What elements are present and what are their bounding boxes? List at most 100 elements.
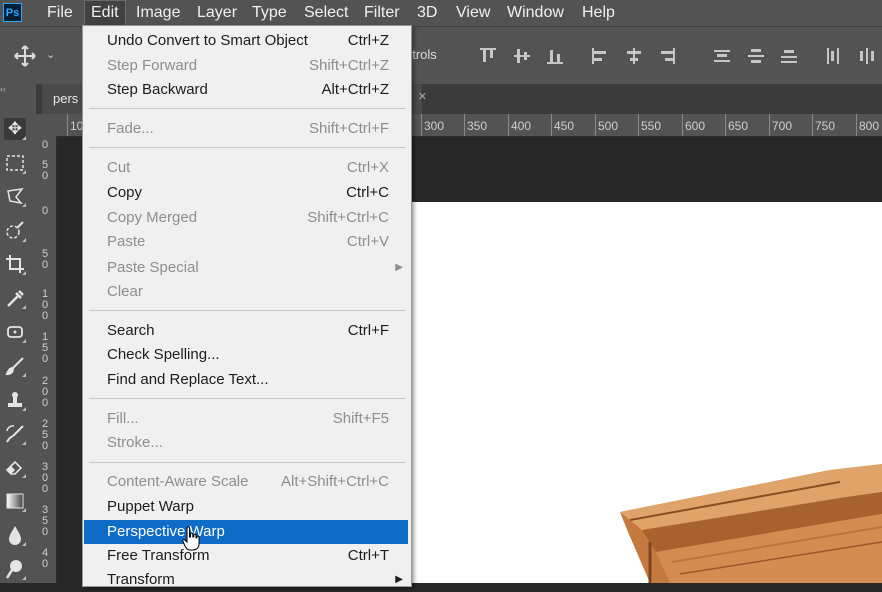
ruler-tick [769, 114, 770, 136]
menu-help[interactable]: Help [576, 0, 621, 26]
menu-type[interactable]: Type [246, 0, 293, 26]
align-bottom-icon[interactable] [546, 47, 564, 65]
ruler-label: 400 [511, 119, 532, 133]
menu-edit[interactable]: Edit [84, 0, 126, 26]
menu-item-puppet-warp[interactable]: Puppet Warp [83, 495, 411, 519]
clone-stamp-tool-icon[interactable] [4, 389, 26, 411]
menu-item-cut[interactable]: Cut Ctrl+X [83, 156, 411, 180]
menu-window[interactable]: Window [501, 0, 570, 26]
menu-item-fade[interactable]: Fade... Shift+Ctrl+F [83, 117, 411, 141]
wooden-crate-image [620, 464, 882, 583]
menu-item-transform[interactable]: Transform ▶ [83, 568, 411, 592]
ruler-tick [638, 114, 639, 136]
tool-preset-chevron-icon[interactable]: ⌄ [46, 48, 55, 61]
menu-item-label: Clear [107, 283, 143, 300]
menu-item-label: Fade... [107, 120, 154, 137]
ruler-tick [856, 114, 857, 136]
menu-item-undo[interactable]: Undo Convert to Smart Object Ctrl+Z [83, 29, 411, 53]
menu-item-content-aware-scale[interactable]: Content-Aware Scale Alt+Shift+Ctrl+C [83, 470, 411, 494]
menu-item-paste[interactable]: Paste Ctrl+V [83, 230, 411, 254]
distribute-horizontal-center-icon[interactable] [858, 47, 876, 65]
menu-layer[interactable]: Layer [191, 0, 243, 26]
menu-item-step-backward[interactable]: Step Backward Alt+Ctrl+Z [83, 78, 411, 102]
menu-item-copy[interactable]: Copy Ctrl+C [83, 181, 411, 205]
menu-item-shortcut: Alt+Shift+Ctrl+C [281, 473, 389, 490]
distribute-left-icon[interactable] [824, 47, 842, 65]
menu-item-fill[interactable]: Fill... Shift+F5 [83, 407, 411, 431]
dodge-tool-icon[interactable] [4, 558, 26, 580]
menu-item-shortcut: Alt+Ctrl+Z [321, 81, 389, 98]
eraser-tool-icon[interactable] [4, 456, 26, 478]
distribute-vertical-center-icon[interactable] [747, 47, 765, 65]
menu-3d[interactable]: 3D [411, 0, 443, 26]
menu-item-label: Step Backward [107, 81, 208, 98]
menu-file[interactable]: File [41, 0, 79, 26]
menu-view[interactable]: View [450, 0, 496, 26]
align-top-icon[interactable] [479, 47, 497, 65]
menu-item-search[interactable]: Search Ctrl+F [83, 319, 411, 343]
ruler-label: 2 5 0 [41, 418, 49, 452]
ruler-tick [812, 114, 813, 136]
document-tab-label: pers [53, 91, 79, 106]
menu-item-paste-special[interactable]: Paste Special ▶ [83, 256, 411, 280]
menu-item-label: Copy Merged [107, 209, 198, 226]
menu-item-copy-merged[interactable]: Copy Merged Shift+Ctrl+C [83, 206, 411, 230]
ruler-label: 350 [467, 119, 488, 133]
gradient-tool-icon[interactable] [4, 490, 26, 512]
ruler-label: 650 [728, 119, 749, 133]
menu-item-step-forward[interactable]: Step Forward Shift+Ctrl+Z [83, 54, 411, 78]
menu-item-shortcut: Ctrl+V [346, 233, 389, 250]
marquee-tool-icon[interactable] [4, 152, 26, 174]
eyedropper-tool-icon[interactable] [4, 287, 26, 309]
move-tool-icon[interactable]: ✥ [4, 118, 26, 140]
menu-image[interactable]: Image [130, 0, 186, 26]
move-tool-icon[interactable] [14, 45, 36, 67]
menu-item-find-replace[interactable]: Find and Replace Text... [83, 368, 411, 392]
history-brush-tool-icon[interactable] [4, 423, 26, 445]
menu-item-label: Paste Special [107, 259, 199, 276]
submenu-arrow-icon: ▶ [395, 574, 403, 585]
ruler-label: 3 5 0 [41, 504, 49, 538]
menu-separator [89, 147, 405, 148]
close-tab-icon[interactable]: × [418, 88, 427, 105]
menu-item-shortcut: Ctrl+T [347, 547, 389, 564]
menu-item-shortcut: Ctrl+Z [347, 32, 389, 49]
menu-item-shortcut: Ctrl+C [346, 184, 389, 201]
menu-filter[interactable]: Filter [358, 0, 406, 26]
menu-select[interactable]: Select [298, 0, 354, 26]
ruler-label: 450 [554, 119, 575, 133]
crop-tool-icon[interactable] [4, 253, 26, 275]
lasso-tool-icon[interactable] [4, 185, 26, 207]
align-right-icon[interactable] [658, 47, 676, 65]
vertical-ruler: 0 5 0 0 5 0 1 0 0 1 5 0 2 0 0 2 5 0 3 0 … [36, 136, 57, 583]
menu-bar: Ps File Edit Image Layer Type Select Fil… [0, 0, 882, 26]
menu-item-stroke[interactable]: Stroke... [83, 431, 411, 455]
submenu-arrow-icon: ▶ [395, 262, 403, 273]
photoshop-logo: Ps [3, 3, 22, 22]
menu-item-shortcut: Ctrl+F [347, 322, 389, 339]
document-canvas[interactable] [410, 202, 882, 583]
ruler-tick [551, 114, 552, 136]
menu-item-clear[interactable]: Clear [83, 280, 411, 304]
menu-item-perspective-warp[interactable]: Perspective Warp [84, 520, 408, 544]
align-left-icon[interactable] [591, 47, 609, 65]
blur-tool-icon[interactable] [4, 524, 26, 546]
healing-brush-tool-icon[interactable] [4, 321, 26, 343]
quick-selection-tool-icon[interactable] [4, 220, 26, 242]
ruler-tick [464, 114, 465, 136]
align-horizontal-center-icon[interactable] [625, 47, 643, 65]
ruler-tick [725, 114, 726, 136]
panel-collapse-icon[interactable]: ‹‹ [0, 84, 6, 94]
distribute-bottom-icon[interactable] [780, 47, 798, 65]
menu-item-label: Step Forward [107, 57, 198, 74]
ruler-label: 4 0 [41, 547, 49, 570]
distribute-top-icon[interactable] [713, 47, 731, 65]
menu-item-check-spelling[interactable]: Check Spelling... [83, 343, 411, 367]
menu-item-free-transform[interactable]: Free Transform Ctrl+T [83, 544, 411, 568]
ruler-label: 750 [815, 119, 836, 133]
align-vertical-center-icon[interactable] [513, 47, 531, 65]
ruler-tick [508, 114, 509, 136]
brush-tool-icon[interactable] [4, 355, 26, 377]
menu-item-label: Perspective Warp [107, 523, 225, 540]
menu-separator [89, 398, 405, 399]
